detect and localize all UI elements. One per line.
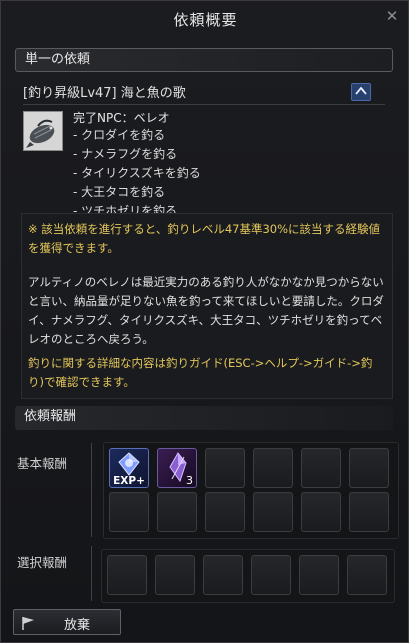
empty-selectable-slot [107, 555, 147, 595]
completion-npc: 完了NPC：ベレオ [73, 111, 170, 125]
empty-selectable-slot [155, 555, 195, 595]
selectable-reward-label: 選択報酬 [17, 555, 68, 570]
exp-label: EXP+ [113, 475, 145, 487]
exp-reward-slot[interactable]: EXP+ [109, 448, 149, 488]
section-single-quest: 単一の依頼 [15, 48, 393, 72]
empty-selectable-slot [251, 555, 291, 595]
empty-reward-slot [109, 492, 149, 532]
empty-reward-slot [349, 448, 389, 488]
empty-reward-slot [301, 492, 341, 532]
exp-crystal-icon [118, 452, 140, 476]
divider [23, 104, 385, 105]
selectable-reward-slots [101, 549, 395, 603]
description-box: ※ 該当依頼を進行すると、釣りレベル47基準30%に該当する経験値を獲得できます… [21, 213, 393, 399]
experience-notice: ※ 該当依頼を進行すると、釣りレベル47基準30%に該当する経験値を獲得できます… [28, 222, 381, 255]
title-bar[interactable]: 依頼概要 ✕ [1, 1, 409, 37]
empty-reward-slot [157, 492, 197, 532]
item-reward-slot[interactable]: 3 [157, 448, 197, 488]
empty-selectable-slot [347, 555, 387, 595]
empty-reward-slot [301, 448, 341, 488]
task-item: - クロダイを釣る [73, 128, 166, 142]
empty-reward-slot [253, 492, 293, 532]
chevron-up-icon [355, 86, 367, 95]
item-count: 3 [186, 474, 193, 487]
task-item: - タイリクスズキを釣る [73, 166, 201, 180]
give-up-button[interactable]: 放棄 [13, 609, 121, 635]
collapse-up-button[interactable] [351, 83, 371, 101]
empty-reward-slot [253, 448, 293, 488]
empty-reward-slot [205, 492, 245, 532]
fish-quest-icon [23, 111, 63, 151]
divider [91, 546, 92, 601]
guide-hint: 釣りに関する詳細な内容は釣りガイド(ESC->ヘルプ->ガイド->釣り)で確認で… [28, 356, 373, 389]
close-icon[interactable]: ✕ [384, 8, 400, 24]
task-list: - クロダイを釣る - ナメラフグを釣る - タイリクスズキを釣る - 大王タコ… [73, 126, 201, 221]
task-item: - ナメラフグを釣る [73, 147, 178, 161]
empty-selectable-slot [203, 555, 243, 595]
empty-reward-slot [205, 448, 245, 488]
quest-summary-window: 依頼概要 ✕ 単一の依頼 [釣り昇級Lv47] 海と魚の歌 完了NPC：ベレオ … [0, 0, 409, 643]
section-rewards: 依頼報酬 [15, 406, 393, 430]
quest-title-row: [釣り昇級Lv47] 海と魚の歌 [23, 81, 383, 101]
flag-icon [22, 617, 34, 630]
story-text: アルティノのベレノは最近実力のある釣り人がなかなか見つからないと言い、納品量が足… [28, 275, 384, 346]
divider [91, 443, 92, 537]
empty-reward-slot [349, 492, 389, 532]
task-item: - 大王タコを釣る [73, 185, 166, 199]
window-title: 依頼概要 [173, 11, 238, 29]
quest-title: [釣り昇級Lv47] 海と魚の歌 [23, 86, 186, 101]
empty-selectable-slot [299, 555, 339, 595]
give-up-label: 放棄 [64, 618, 91, 633]
basic-reward-slots: EXP+ 3 [103, 442, 399, 539]
basic-reward-label: 基本報酬 [17, 456, 68, 471]
